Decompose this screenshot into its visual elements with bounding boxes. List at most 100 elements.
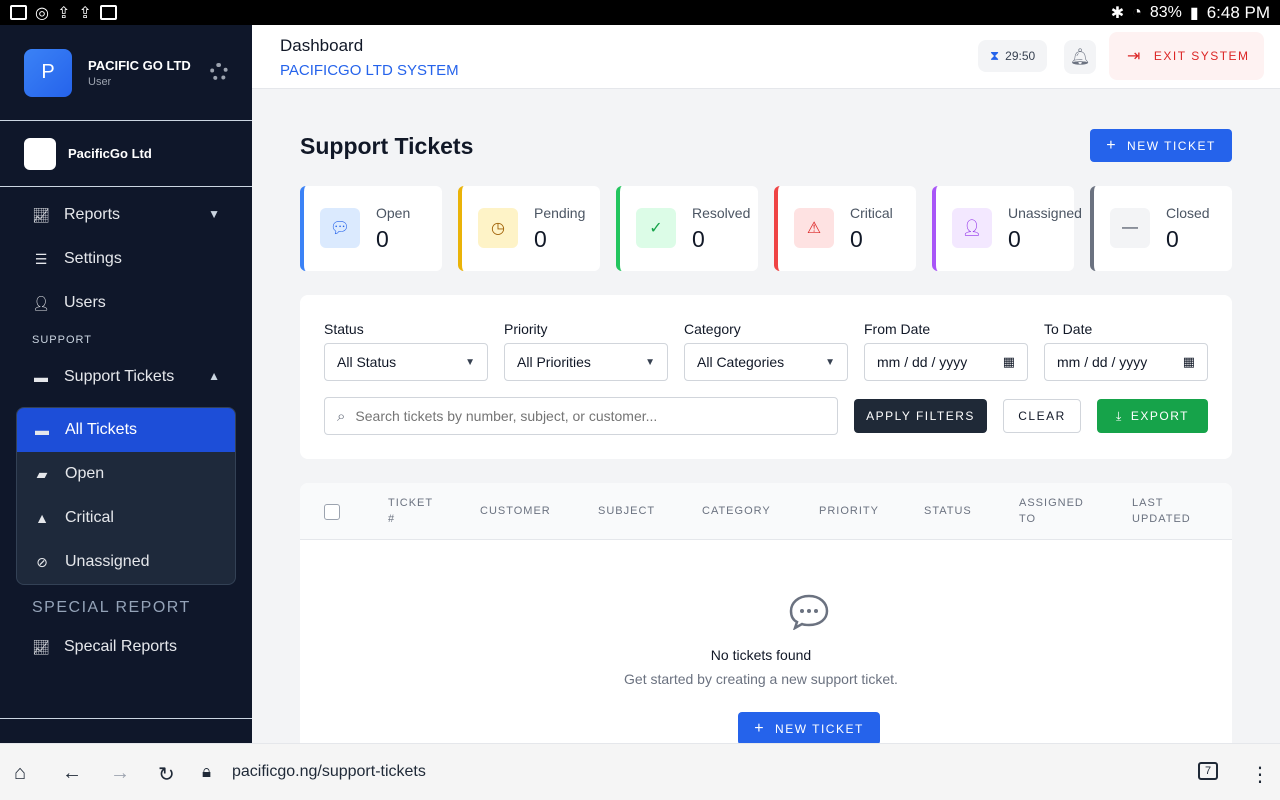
submenu-item-all-tickets[interactable]: ▬ All Tickets [17, 408, 235, 452]
section-label-special-report: SPECIAL REPORT [32, 599, 191, 616]
whatsapp-icon: ◎ [35, 4, 49, 22]
stat-value: 0 [376, 226, 389, 252]
submenu-item-label: Unassigned [65, 553, 150, 570]
profile-role: User [88, 75, 112, 88]
column-header-priority[interactable]: PRIORITY [819, 503, 879, 519]
bluetooth-icon: ✱ [1110, 4, 1125, 22]
column-header-assigned-to[interactable]: ASSIGNED TO [1019, 495, 1099, 527]
sliders-icon: ☰ [34, 251, 48, 267]
new-ticket-button[interactable]: + NEW TICKET [1090, 129, 1232, 162]
stat-value: 0 [850, 226, 863, 252]
page-header-title: Dashboard [280, 36, 364, 55]
stat-card-unassigned[interactable]: 👤︎ Unassigned 0 [932, 186, 1082, 271]
forward-icon[interactable]: → [110, 762, 130, 785]
new-ticket-empty-button[interactable]: + NEW TICKET [738, 712, 880, 743]
reload-icon[interactable]: ↻ [158, 762, 175, 787]
submenu-item-open[interactable]: ▰ Open [17, 452, 235, 496]
ticket-icon: ▬ [34, 369, 48, 385]
calendar-icon[interactable]: ▦ [1183, 354, 1195, 370]
search-input[interactable] [355, 408, 796, 424]
sidebar-item-label: Reports [64, 206, 121, 223]
status-select[interactable]: All Status ▼ [324, 343, 488, 381]
stat-card-closed[interactable]: — Closed 0 [1090, 186, 1232, 271]
ticket-stats: 💬︎ Open 0 ◷ Pending 0 ✓ Resolved 0 ⚠︎ Cr… [300, 186, 1232, 271]
sidebar-item-label: Specail Reports [64, 638, 177, 655]
session-timer: ⧗ 29:50 [978, 40, 1048, 72]
sidebar-item-users[interactable]: 👤︎ Users [0, 281, 252, 325]
sidebar-item-label: Support Tickets [64, 368, 175, 385]
hourglass-icon: ⧗ [990, 48, 1000, 63]
column-header-ticket[interactable]: TICKET # [388, 495, 438, 527]
lock-icon[interactable]: 🔒︎ [202, 762, 211, 782]
chat-bubble-icon [789, 594, 829, 630]
upload-icon: ⇪ [56, 4, 71, 22]
stat-label: Critical [850, 205, 893, 221]
priority-select[interactable]: All Priorities ▼ [504, 343, 668, 381]
submenu-item-critical[interactable]: ▲ Critical [17, 496, 235, 540]
select-all-checkbox[interactable] [324, 504, 340, 520]
more-menu-icon[interactable]: ⋮ [1250, 762, 1270, 787]
stat-card-open[interactable]: 💬︎ Open 0 [300, 186, 442, 271]
from-date-value: mm / dd / yyyy [877, 354, 968, 370]
to-date-label: To Date [1044, 321, 1093, 337]
gear-icon[interactable] [210, 63, 228, 81]
system-icons: ✱ ◔ 83% ▮ 6:48 PM [1111, 3, 1270, 23]
back-icon[interactable]: ← [62, 762, 82, 785]
clear-button[interactable]: CLEAR [1003, 399, 1081, 433]
check-icon: ✓ [636, 208, 676, 248]
support-submenu: ▬ All Tickets ▰ Open ▲ Critical ⊘ Unassi… [16, 407, 236, 585]
main-content: Support Tickets + NEW TICKET 💬︎ Open 0 ◷… [252, 89, 1280, 743]
section-label-support: SUPPORT [32, 334, 92, 346]
sidebar-item-label: Settings [64, 250, 122, 267]
table-header: TICKET # CUSTOMER SUBJECT CATEGORY PRIOR… [300, 483, 1232, 540]
submenu-item-label: All Tickets [65, 421, 138, 438]
user-shield-icon: 👤︎ [32, 295, 50, 311]
column-header-category[interactable]: CATEGORY [702, 503, 771, 519]
column-header-status[interactable]: STATUS [924, 503, 972, 519]
from-date-label: From Date [864, 321, 931, 337]
clock: 6:48 PM [1206, 2, 1270, 22]
page-header-subtitle: PACIFICGO LTD SYSTEM [280, 62, 459, 79]
calendar-icon[interactable]: ▦ [1003, 354, 1015, 370]
column-header-subject[interactable]: SUBJECT [598, 503, 655, 519]
to-date-input[interactable]: mm / dd / yyyy ▦ [1044, 343, 1208, 381]
warning-icon: ▲ [35, 510, 49, 526]
from-date-input[interactable]: mm / dd / yyyy ▦ [864, 343, 1028, 381]
stat-card-resolved[interactable]: ✓ Resolved 0 [616, 186, 758, 271]
search-icon: ⌕ [337, 407, 346, 425]
stat-value: 0 [1166, 226, 1179, 252]
priority-filter-label: Priority [504, 321, 548, 337]
url-bar[interactable]: pacificgo.ng/support-tickets [232, 763, 426, 781]
submenu-item-unassigned[interactable]: ⊘ Unassigned [17, 540, 235, 584]
minus-icon: — [1110, 208, 1150, 248]
battery-icon: ▮ [1189, 4, 1199, 22]
tab-switcher-icon[interactable]: 7 [1198, 762, 1218, 780]
column-header-customer[interactable]: CUSTOMER [480, 503, 551, 519]
app-icon [99, 5, 117, 20]
category-select[interactable]: All Categories ▼ [684, 343, 848, 381]
apply-filters-button[interactable]: APPLY FILTERS [854, 399, 987, 433]
avatar: P [24, 48, 72, 97]
sidebar-item-support-tickets[interactable]: ▬ Support Tickets ▲ [0, 355, 252, 399]
notification-icons: ◎ ⇪ ⇪ [10, 3, 117, 23]
column-header-last-updated[interactable]: LAST UPDATED [1132, 495, 1212, 527]
export-button[interactable]: ⤓ EXPORT [1097, 399, 1208, 433]
home-icon[interactable]: ⌂ [14, 762, 26, 785]
exit-system-button[interactable]: ⇥ EXIT SYSTEM [1109, 32, 1264, 80]
bell-icon[interactable]: 🔔︎ [1064, 40, 1096, 74]
sidebar-item-label: Users [64, 294, 106, 311]
warning-icon: ⚠︎ [794, 208, 834, 248]
wifi-icon: ◔ [1132, 3, 1142, 21]
stat-card-pending[interactable]: ◷ Pending 0 [458, 186, 600, 271]
battery-percent: 83% [1149, 3, 1182, 21]
browser-toolbar: ⌂ ← → ↻ 🔒︎ pacificgo.ng/support-tickets … [0, 743, 1280, 800]
gallery-icon [10, 5, 27, 20]
category-filter-label: Category [684, 321, 741, 337]
category-select-value: All Categories [697, 354, 785, 370]
sidebar-item-settings[interactable]: ☰ Settings [0, 237, 252, 281]
submenu-item-label: Critical [65, 509, 114, 526]
sidebar-item-special-reports[interactable]: 📈︎ Specail Reports [0, 625, 252, 669]
sidebar-item-reports[interactable]: 📈︎ Reports ▼ [0, 193, 252, 237]
status-filter-label: Status [324, 321, 364, 337]
stat-card-critical[interactable]: ⚠︎ Critical 0 [774, 186, 916, 271]
